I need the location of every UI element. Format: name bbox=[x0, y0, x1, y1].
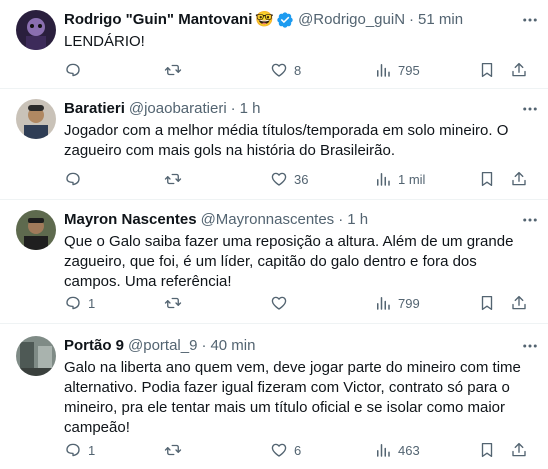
share-icon bbox=[512, 295, 526, 310]
like-count: 36 bbox=[294, 171, 309, 187]
view-count: 799 bbox=[398, 295, 420, 311]
like-icon bbox=[271, 172, 287, 186]
bookmark-icon bbox=[481, 442, 493, 458]
like-button[interactable]: 36 bbox=[270, 169, 308, 189]
views-button[interactable]: 799 bbox=[374, 293, 420, 313]
retweet-button[interactable] bbox=[164, 293, 188, 313]
bookmark-icon bbox=[481, 171, 493, 187]
separator-dot: · bbox=[409, 11, 415, 28]
like-icon bbox=[271, 63, 287, 77]
bookmark-button[interactable] bbox=[478, 60, 496, 80]
more-icon[interactable] bbox=[520, 210, 540, 230]
avatar[interactable] bbox=[16, 210, 56, 250]
like-button[interactable] bbox=[270, 293, 294, 313]
like-button[interactable]: 8 bbox=[270, 60, 301, 80]
views-icon bbox=[377, 444, 390, 457]
more-icon[interactable] bbox=[520, 336, 540, 356]
views-icon bbox=[377, 64, 390, 77]
retweet-icon bbox=[164, 444, 182, 456]
avatar[interactable] bbox=[16, 336, 56, 376]
share-icon bbox=[512, 442, 526, 457]
display-name[interactable]: Portão 9 bbox=[64, 336, 124, 356]
tweet-text: Que o Galo saiba fazer uma reposição a a… bbox=[64, 233, 514, 290]
views-icon bbox=[377, 173, 390, 186]
handle[interactable]: @Rodrigo_guiN bbox=[298, 10, 405, 30]
like-count: 6 bbox=[294, 442, 302, 458]
more-icon[interactable] bbox=[520, 99, 540, 119]
bookmark-icon bbox=[481, 295, 493, 311]
reply-icon bbox=[66, 63, 80, 77]
reply-button[interactable] bbox=[64, 60, 88, 80]
bookmark-button[interactable] bbox=[478, 169, 496, 189]
handle[interactable]: @Mayronnascentes bbox=[201, 210, 335, 230]
separator-dot: · bbox=[338, 211, 344, 228]
bookmark-icon bbox=[481, 62, 493, 78]
more-icon[interactable] bbox=[520, 10, 540, 30]
like-icon bbox=[271, 443, 287, 457]
reply-button[interactable]: 1 bbox=[64, 440, 95, 460]
share-button[interactable] bbox=[510, 293, 528, 313]
view-count: 463 bbox=[398, 442, 420, 458]
tweet-text: LENDÁRIO! bbox=[64, 33, 145, 50]
view-count: 1 mil bbox=[398, 171, 426, 187]
views-button[interactable]: 795 bbox=[374, 60, 420, 80]
nerd-face-emoji: 🤓 bbox=[255, 11, 275, 28]
share-button[interactable] bbox=[510, 60, 528, 80]
reply-count: 1 bbox=[88, 442, 96, 458]
bookmark-button[interactable] bbox=[478, 293, 496, 313]
display-name[interactable]: Mayron Nascentes bbox=[64, 210, 197, 230]
tweet[interactable]: Rodrigo "Guin" Mantovani 🤓 @Rodrigo_guiN… bbox=[0, 0, 548, 89]
display-name[interactable]: Rodrigo "Guin" Mantovani bbox=[64, 10, 252, 30]
timestamp[interactable]: 1 h bbox=[240, 99, 261, 119]
display-name[interactable]: Baratieri bbox=[64, 99, 125, 119]
reply-icon bbox=[66, 443, 80, 457]
verified-badge-icon bbox=[276, 11, 294, 29]
tweet[interactable]: Baratieri @joaobaratieri · 1 h Jogador c… bbox=[0, 89, 548, 200]
share-icon bbox=[512, 171, 526, 186]
bookmark-button[interactable] bbox=[478, 440, 496, 460]
views-button[interactable]: 1 mil bbox=[374, 169, 425, 189]
tweet[interactable]: Mayron Nascentes @Mayronnascentes · 1 h … bbox=[0, 200, 548, 324]
view-count: 795 bbox=[398, 62, 420, 78]
like-button[interactable]: 6 bbox=[270, 440, 301, 460]
handle[interactable]: @joaobaratieri bbox=[129, 99, 227, 119]
retweet-button[interactable] bbox=[164, 440, 188, 460]
reply-button[interactable]: 1 bbox=[64, 293, 95, 313]
tweet[interactable]: Portão 9 @portal_9 · 40 min Galo na libe… bbox=[0, 324, 548, 469]
views-button[interactable]: 463 bbox=[374, 440, 420, 460]
reply-icon bbox=[66, 172, 80, 186]
avatar[interactable] bbox=[16, 10, 56, 50]
retweet-icon bbox=[164, 64, 182, 76]
share-button[interactable] bbox=[510, 440, 528, 460]
like-icon bbox=[271, 296, 287, 310]
handle[interactable]: @portal_9 bbox=[128, 336, 197, 356]
reply-count: 1 bbox=[88, 295, 96, 311]
tweet-text: Jogador com a melhor média títulos/tempo… bbox=[64, 122, 509, 159]
like-count: 8 bbox=[294, 62, 302, 78]
retweet-icon bbox=[164, 173, 182, 185]
separator-dot: · bbox=[201, 337, 207, 354]
tweet-text: Galo na liberta ano quem vem, deve jogar… bbox=[64, 359, 521, 436]
reply-icon bbox=[66, 296, 80, 310]
timestamp[interactable]: 51 min bbox=[418, 10, 463, 30]
share-button[interactable] bbox=[510, 169, 528, 189]
retweet-button[interactable] bbox=[164, 169, 188, 189]
retweet-icon bbox=[164, 297, 182, 309]
timestamp[interactable]: 40 min bbox=[210, 336, 255, 356]
reply-button[interactable] bbox=[64, 169, 88, 189]
views-icon bbox=[377, 297, 390, 310]
retweet-button[interactable] bbox=[164, 60, 188, 80]
separator-dot: · bbox=[230, 100, 236, 117]
avatar[interactable] bbox=[16, 99, 56, 139]
timestamp[interactable]: 1 h bbox=[347, 210, 368, 230]
share-icon bbox=[512, 62, 526, 77]
